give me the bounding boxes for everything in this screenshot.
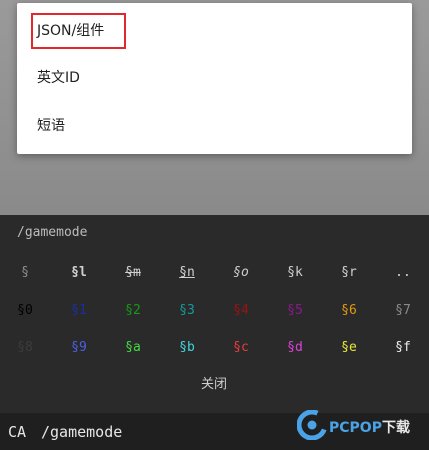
color-code-button[interactable]: §4 <box>214 303 268 318</box>
watermark-text: PCPOP下载 <box>329 417 410 437</box>
color-code-button[interactable]: §7 <box>376 303 429 318</box>
color-code-button[interactable]: §c <box>214 340 268 355</box>
color-code-button[interactable]: §6 <box>322 303 376 318</box>
format-code-button[interactable]: §m <box>106 265 160 280</box>
watermark-brand: PCPOP <box>329 420 382 436</box>
format-code-button[interactable]: § <box>0 265 52 280</box>
popup-menu: JSON/组件 英文ID 短语 <box>17 3 412 154</box>
color-code-button[interactable]: §9 <box>52 340 106 355</box>
color-code-button[interactable]: §b <box>160 340 214 355</box>
color-code-button[interactable]: §a <box>106 340 160 355</box>
menu-item-label: 英文ID <box>37 70 80 86</box>
format-code-button[interactable]: §n <box>160 265 214 280</box>
close-button[interactable]: 关闭 <box>164 373 264 392</box>
color-code-button[interactable]: §3 <box>160 303 214 318</box>
ca-button[interactable]: CA <box>8 423 26 441</box>
format-code-button[interactable]: §r <box>322 265 376 280</box>
color-code-button[interactable]: §f <box>376 340 429 355</box>
menu-item-phrase[interactable]: 短语 <box>17 104 412 148</box>
color-code-button[interactable]: §8 <box>0 340 52 355</box>
color-code-button[interactable]: §1 <box>52 303 106 318</box>
watermark-suffix: 下载 <box>381 420 410 436</box>
color-code-button[interactable]: §2 <box>106 303 160 318</box>
menu-item-label: JSON/组件 <box>37 23 105 39</box>
pcpop-logo-icon <box>297 410 327 440</box>
menu-item-label: 短语 <box>37 118 65 134</box>
more-codes-button[interactable]: .. <box>376 265 429 280</box>
panel-command-preview: /gamemode <box>17 225 88 240</box>
color-code-button[interactable]: §d <box>268 340 322 355</box>
menu-item-json-component[interactable]: JSON/组件 <box>17 9 412 53</box>
format-code-button[interactable]: §l <box>52 265 106 280</box>
color-code-button[interactable]: §5 <box>268 303 322 318</box>
color-code-button[interactable]: §e <box>322 340 376 355</box>
format-code-button[interactable]: §o <box>214 265 268 280</box>
color-code-button[interactable]: §0 <box>0 303 52 318</box>
menu-item-english-id[interactable]: 英文ID <box>17 56 412 100</box>
format-code-panel: /gamemode § §l §m §n §o §k §r .. §0 §1 §… <box>0 215 429 413</box>
format-code-button[interactable]: §k <box>268 265 322 280</box>
command-input[interactable]: /gamemode <box>41 423 291 441</box>
